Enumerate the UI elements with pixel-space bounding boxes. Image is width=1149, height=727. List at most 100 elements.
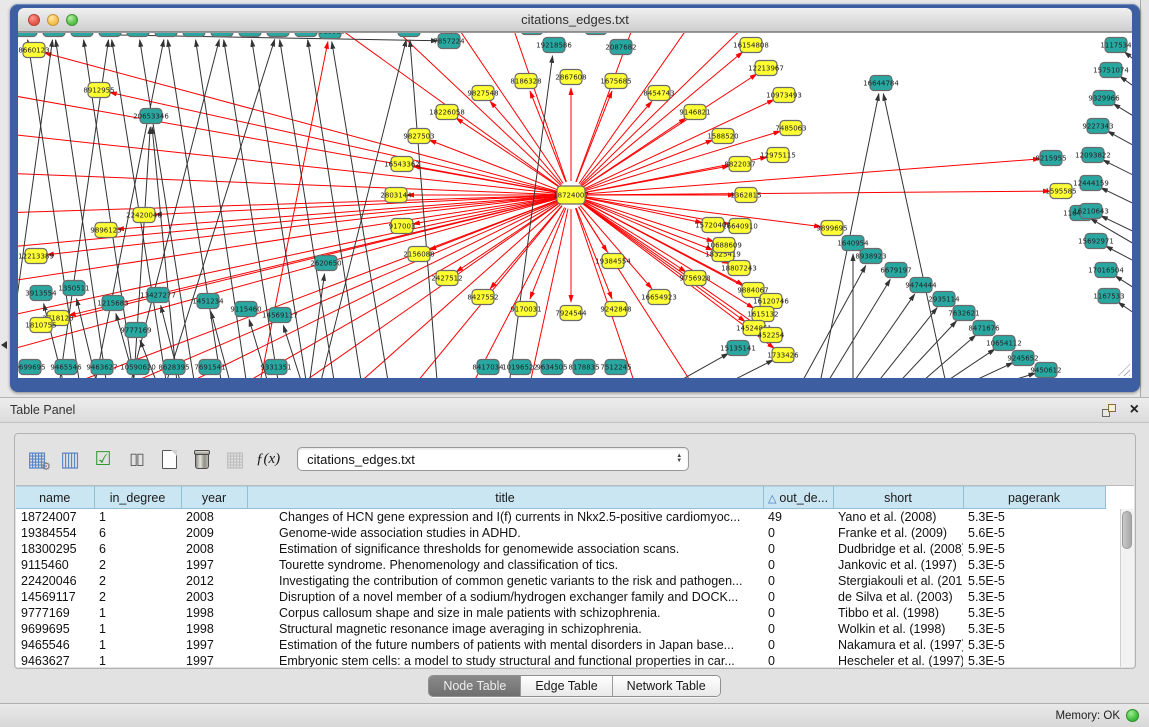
memory-ok-indicator-icon[interactable] (1126, 709, 1139, 722)
network-edge[interactable] (1113, 104, 1132, 128)
table-row[interactable]: 2242004622012Investigating the contribut… (16, 573, 1105, 589)
select-rows-icon[interactable]: ☑ (91, 446, 115, 472)
network-edge[interactable] (883, 94, 948, 378)
table-row[interactable]: 1938455462009Genome-wide association stu… (16, 525, 1105, 541)
network-node[interactable] (267, 33, 289, 37)
tab-edge-table[interactable]: Edge Table (521, 676, 612, 696)
function-builder-icon[interactable]: ƒ(x) (256, 446, 280, 472)
column-header-name[interactable]: name (16, 487, 94, 509)
network-node-label: 8660123 (18, 47, 49, 55)
network-edge[interactable] (1120, 76, 1132, 100)
network-node[interactable] (71, 33, 93, 37)
network-edge[interactable] (528, 209, 568, 378)
show-columns-icon[interactable]: ▥ (58, 446, 82, 472)
network-edge[interactable] (948, 363, 1013, 378)
table-row[interactable]: 1872400712008Changes of HCN gene express… (16, 509, 1105, 525)
network-edge[interactable] (584, 140, 713, 190)
network-node-label: 15720407 (695, 222, 731, 230)
network-node-label: 452254 (758, 332, 785, 340)
collapse-panel-arrow-icon[interactable] (1, 341, 7, 349)
close-panel-icon[interactable]: × (1130, 403, 1139, 417)
network-node-label: 9450612 (1030, 367, 1061, 375)
row-options-icon[interactable]: ▯▯ (124, 446, 148, 472)
network-edge[interactable] (909, 335, 976, 378)
network-edge[interactable] (490, 101, 562, 184)
network-node-label: 9463627 (86, 364, 117, 372)
network-edge[interactable] (490, 206, 562, 289)
network-node[interactable] (18, 33, 37, 37)
network-edge[interactable] (308, 40, 363, 378)
table-row[interactable]: 977716911998Corpus callosum shape and si… (16, 605, 1105, 621)
network-edge[interactable] (163, 39, 275, 378)
network-edge[interactable] (580, 101, 652, 184)
network-edge[interactable] (1118, 302, 1132, 326)
network-node[interactable] (155, 33, 177, 37)
network-edge[interactable] (582, 52, 743, 186)
network-edge[interactable] (796, 266, 866, 378)
new-table-icon[interactable] (157, 446, 181, 472)
network-node[interactable] (239, 33, 261, 37)
network-edge[interactable] (280, 40, 336, 378)
network-edge[interactable] (585, 159, 1040, 194)
network-edge[interactable] (508, 33, 566, 182)
network-node-label: 7924544 (555, 310, 587, 318)
network-node[interactable] (183, 33, 205, 37)
network-edge[interactable] (869, 308, 937, 378)
network-node-label: 19384554 (595, 258, 631, 266)
network-canvas[interactable]: 1872400728031441654336298275031822605898… (18, 32, 1132, 378)
column-header-in-degree[interactable]: in_degree (94, 487, 181, 509)
network-edge[interactable] (47, 197, 557, 255)
float-panel-icon[interactable] (1102, 404, 1116, 417)
network-node[interactable] (99, 33, 121, 37)
column-header-year[interactable]: year (181, 487, 247, 509)
window-titlebar[interactable]: citations_edges.txt (18, 8, 1132, 32)
network-edge[interactable] (1108, 131, 1132, 156)
delete-table-icon[interactable] (190, 446, 214, 472)
table-row[interactable]: 1456911722003Disruption of a novel membe… (16, 589, 1105, 605)
network-node-label: 10973493 (766, 92, 802, 100)
table-scrollbar-thumb[interactable] (1122, 511, 1132, 549)
network-edge[interactable] (348, 204, 561, 378)
tab-node-table[interactable]: Node Table (429, 676, 521, 696)
column-header-out-degree[interactable]: △out_de... (763, 487, 833, 509)
table-row[interactable]: 946554611997Estimation of the future num… (16, 637, 1105, 653)
network-node-label: 12444159 (1073, 180, 1109, 188)
table-row[interactable]: 911546021997Tourette syndrome. Phenomeno… (16, 557, 1105, 573)
table-row[interactable]: 969969511998Structural magnetic resonanc… (16, 621, 1105, 637)
network-node-label: 1595585 (1045, 188, 1076, 196)
network-edge[interactable] (708, 360, 773, 378)
network-node[interactable] (127, 33, 149, 37)
network-edge[interactable] (18, 173, 557, 194)
network-node[interactable] (211, 33, 233, 37)
column-header-short[interactable]: short (833, 487, 963, 509)
table-row[interactable]: 1830029562008Estimation of significance … (16, 541, 1105, 557)
network-node[interactable] (398, 33, 420, 37)
table-scrollbar[interactable] (1120, 509, 1134, 667)
table-selector-dropdown[interactable]: citations_edges.txt ▲▼ (297, 447, 689, 471)
network-node[interactable] (585, 33, 607, 35)
network-edge[interactable] (929, 349, 995, 378)
network-node-label: 8427552 (467, 294, 498, 302)
table-row[interactable]: 946362711997Embryonic stem cells: a mode… (16, 653, 1105, 668)
network-node[interactable] (43, 33, 65, 37)
network-edge[interactable] (110, 92, 558, 192)
close-window-button[interactable] (28, 14, 40, 26)
network-node[interactable] (521, 33, 543, 35)
network-view-window[interactable]: citations_edges.txt 18724007280314416543… (10, 4, 1140, 392)
zoom-window-button[interactable] (66, 14, 78, 26)
table-tabs: Node TableEdge TableNetwork Table (428, 675, 720, 697)
column-header-title[interactable]: title (247, 487, 763, 509)
minimize-window-button[interactable] (47, 14, 59, 26)
column-header-pagerank[interactable]: pagerank (963, 487, 1105, 509)
network-edge[interactable] (889, 321, 956, 378)
network-edge[interactable] (308, 274, 324, 378)
network-node-label: 12975115 (760, 152, 796, 160)
network-node-label: 16120746 (753, 298, 789, 306)
tab-network-table[interactable]: Network Table (613, 676, 720, 696)
network-edge[interactable] (658, 353, 728, 378)
network-node-label: 16654923 (641, 294, 677, 302)
network-edge[interactable] (579, 207, 698, 378)
table-settings-icon[interactable]: ▦ ⚙ (25, 446, 49, 472)
network-edge[interactable] (585, 191, 1050, 195)
network-node-label: 12213389 (18, 253, 54, 261)
